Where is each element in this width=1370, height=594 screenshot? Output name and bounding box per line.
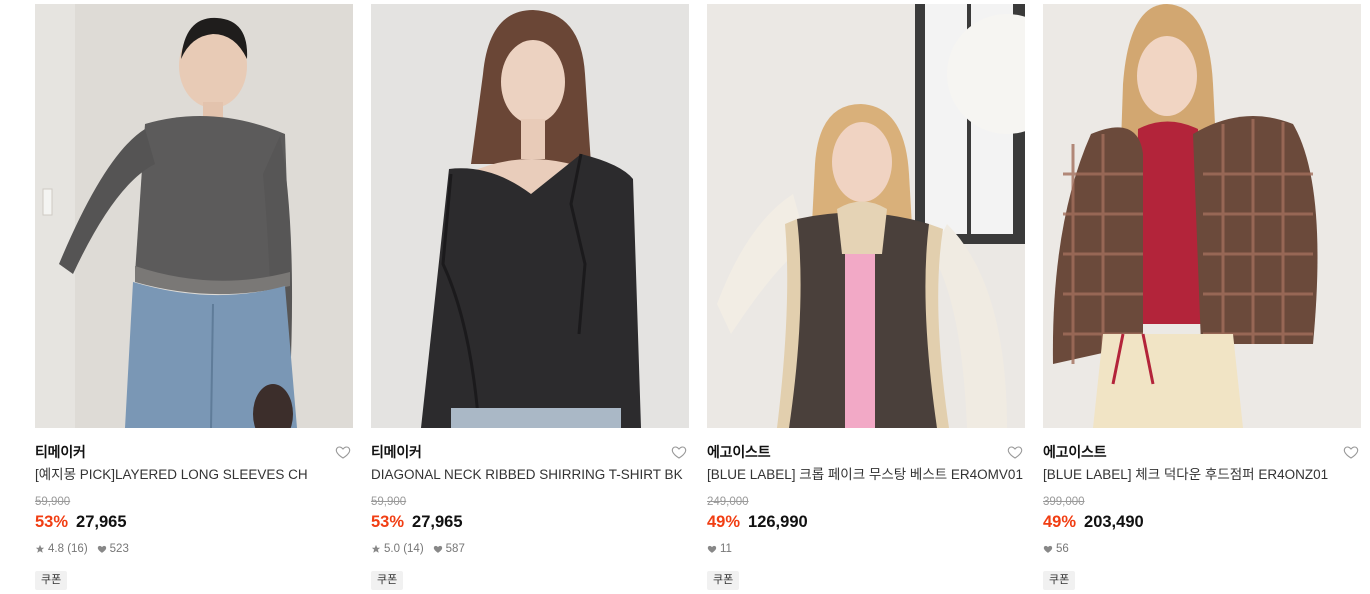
heart-filled-icon bbox=[1043, 545, 1053, 553]
heart-filled-icon bbox=[707, 545, 717, 553]
product-stats: 4.8 (16) 523 bbox=[35, 542, 353, 556]
review-count: (14) bbox=[403, 543, 424, 555]
coupon-badge: 쿠폰 bbox=[1043, 571, 1076, 590]
brand-name[interactable]: 에고이스트 bbox=[707, 444, 771, 460]
product-card[interactable]: 티메이커 [예지몽 PICK]LAYERED LONG SLEEVES CH 5… bbox=[35, 4, 353, 594]
original-price: 59,900 bbox=[35, 496, 71, 508]
price-row: 53% 27,965 bbox=[371, 512, 689, 532]
discount-rate: 49% bbox=[707, 513, 741, 531]
product-stats: 56 bbox=[1043, 542, 1361, 556]
product-name[interactable]: [BLUE LABEL] 크롭 페이크 무스탕 베스트 ER4OMV01 bbox=[707, 466, 1025, 484]
coupon-badge: 쿠폰 bbox=[35, 571, 68, 590]
product-image[interactable] bbox=[707, 4, 1025, 428]
original-price: 59,900 bbox=[371, 496, 407, 508]
rating-value: 5.0 bbox=[384, 543, 400, 555]
star-icon bbox=[35, 544, 45, 553]
product-name[interactable]: DIAGONAL NECK RIBBED SHIRRING T-SHIRT BK bbox=[371, 466, 689, 484]
product-image[interactable] bbox=[371, 4, 689, 428]
product-name[interactable]: [예지몽 PICK]LAYERED LONG SLEEVES CH bbox=[35, 466, 353, 484]
likes-count: 56 bbox=[1056, 543, 1069, 555]
original-price: 399,000 bbox=[1043, 496, 1085, 508]
product-card[interactable]: 티메이커 DIAGONAL NECK RIBBED SHIRRING T-SHI… bbox=[371, 4, 689, 594]
discount-rate: 53% bbox=[371, 513, 405, 531]
price-row: 49% 203,490 bbox=[1043, 512, 1361, 532]
wishlist-heart-icon[interactable] bbox=[335, 444, 351, 460]
product-image[interactable] bbox=[1043, 4, 1361, 428]
heart-filled-icon bbox=[97, 545, 106, 553]
likes: 523 bbox=[97, 542, 129, 556]
price-row: 53% 27,965 bbox=[35, 512, 353, 532]
discount-rate: 49% bbox=[1043, 513, 1077, 531]
review-count: (16) bbox=[67, 543, 88, 555]
likes-count: 587 bbox=[445, 543, 465, 555]
brand-name[interactable]: 티메이커 bbox=[35, 444, 86, 460]
product-stats: 11 bbox=[707, 542, 1025, 556]
rating-value: 4.8 bbox=[48, 543, 64, 555]
product-image[interactable] bbox=[35, 4, 353, 428]
brand-name[interactable]: 에고이스트 bbox=[1043, 444, 1107, 460]
product-card[interactable]: 에고이스트 [BLUE LABEL] 크롭 페이크 무스탕 베스트 ER4OMV… bbox=[707, 4, 1025, 594]
likes-count: 11 bbox=[720, 543, 732, 555]
wishlist-heart-icon[interactable] bbox=[1007, 444, 1023, 460]
original-price: 249,000 bbox=[707, 496, 749, 508]
star-icon bbox=[371, 544, 381, 553]
likes: 587 bbox=[433, 542, 465, 556]
wishlist-heart-icon[interactable] bbox=[1343, 444, 1359, 460]
likes: 11 bbox=[707, 542, 732, 556]
likes-count: 523 bbox=[109, 543, 129, 555]
wishlist-heart-icon[interactable] bbox=[671, 444, 687, 460]
product-grid: 티메이커 [예지몽 PICK]LAYERED LONG SLEEVES CH 5… bbox=[0, 0, 1370, 594]
brand-name[interactable]: 티메이커 bbox=[371, 444, 422, 460]
coupon-badge: 쿠폰 bbox=[707, 571, 740, 590]
sale-price: 203,490 bbox=[1084, 513, 1144, 531]
product-stats: 5.0 (14) 587 bbox=[371, 542, 689, 556]
product-card[interactable]: 에고이스트 [BLUE LABEL] 체크 덕다운 후드점퍼 ER4ONZ01 … bbox=[1043, 4, 1361, 594]
sale-price: 126,990 bbox=[748, 513, 808, 531]
product-name[interactable]: [BLUE LABEL] 체크 덕다운 후드점퍼 ER4ONZ01 bbox=[1043, 466, 1361, 484]
sale-price: 27,965 bbox=[76, 513, 127, 531]
price-row: 49% 126,990 bbox=[707, 512, 1025, 532]
likes: 56 bbox=[1043, 542, 1069, 556]
heart-filled-icon bbox=[433, 545, 442, 553]
rating: 4.8 (16) bbox=[35, 542, 88, 556]
rating: 5.0 (14) bbox=[371, 542, 424, 556]
sale-price: 27,965 bbox=[412, 513, 463, 531]
coupon-badge: 쿠폰 bbox=[371, 571, 404, 590]
discount-rate: 53% bbox=[35, 513, 69, 531]
